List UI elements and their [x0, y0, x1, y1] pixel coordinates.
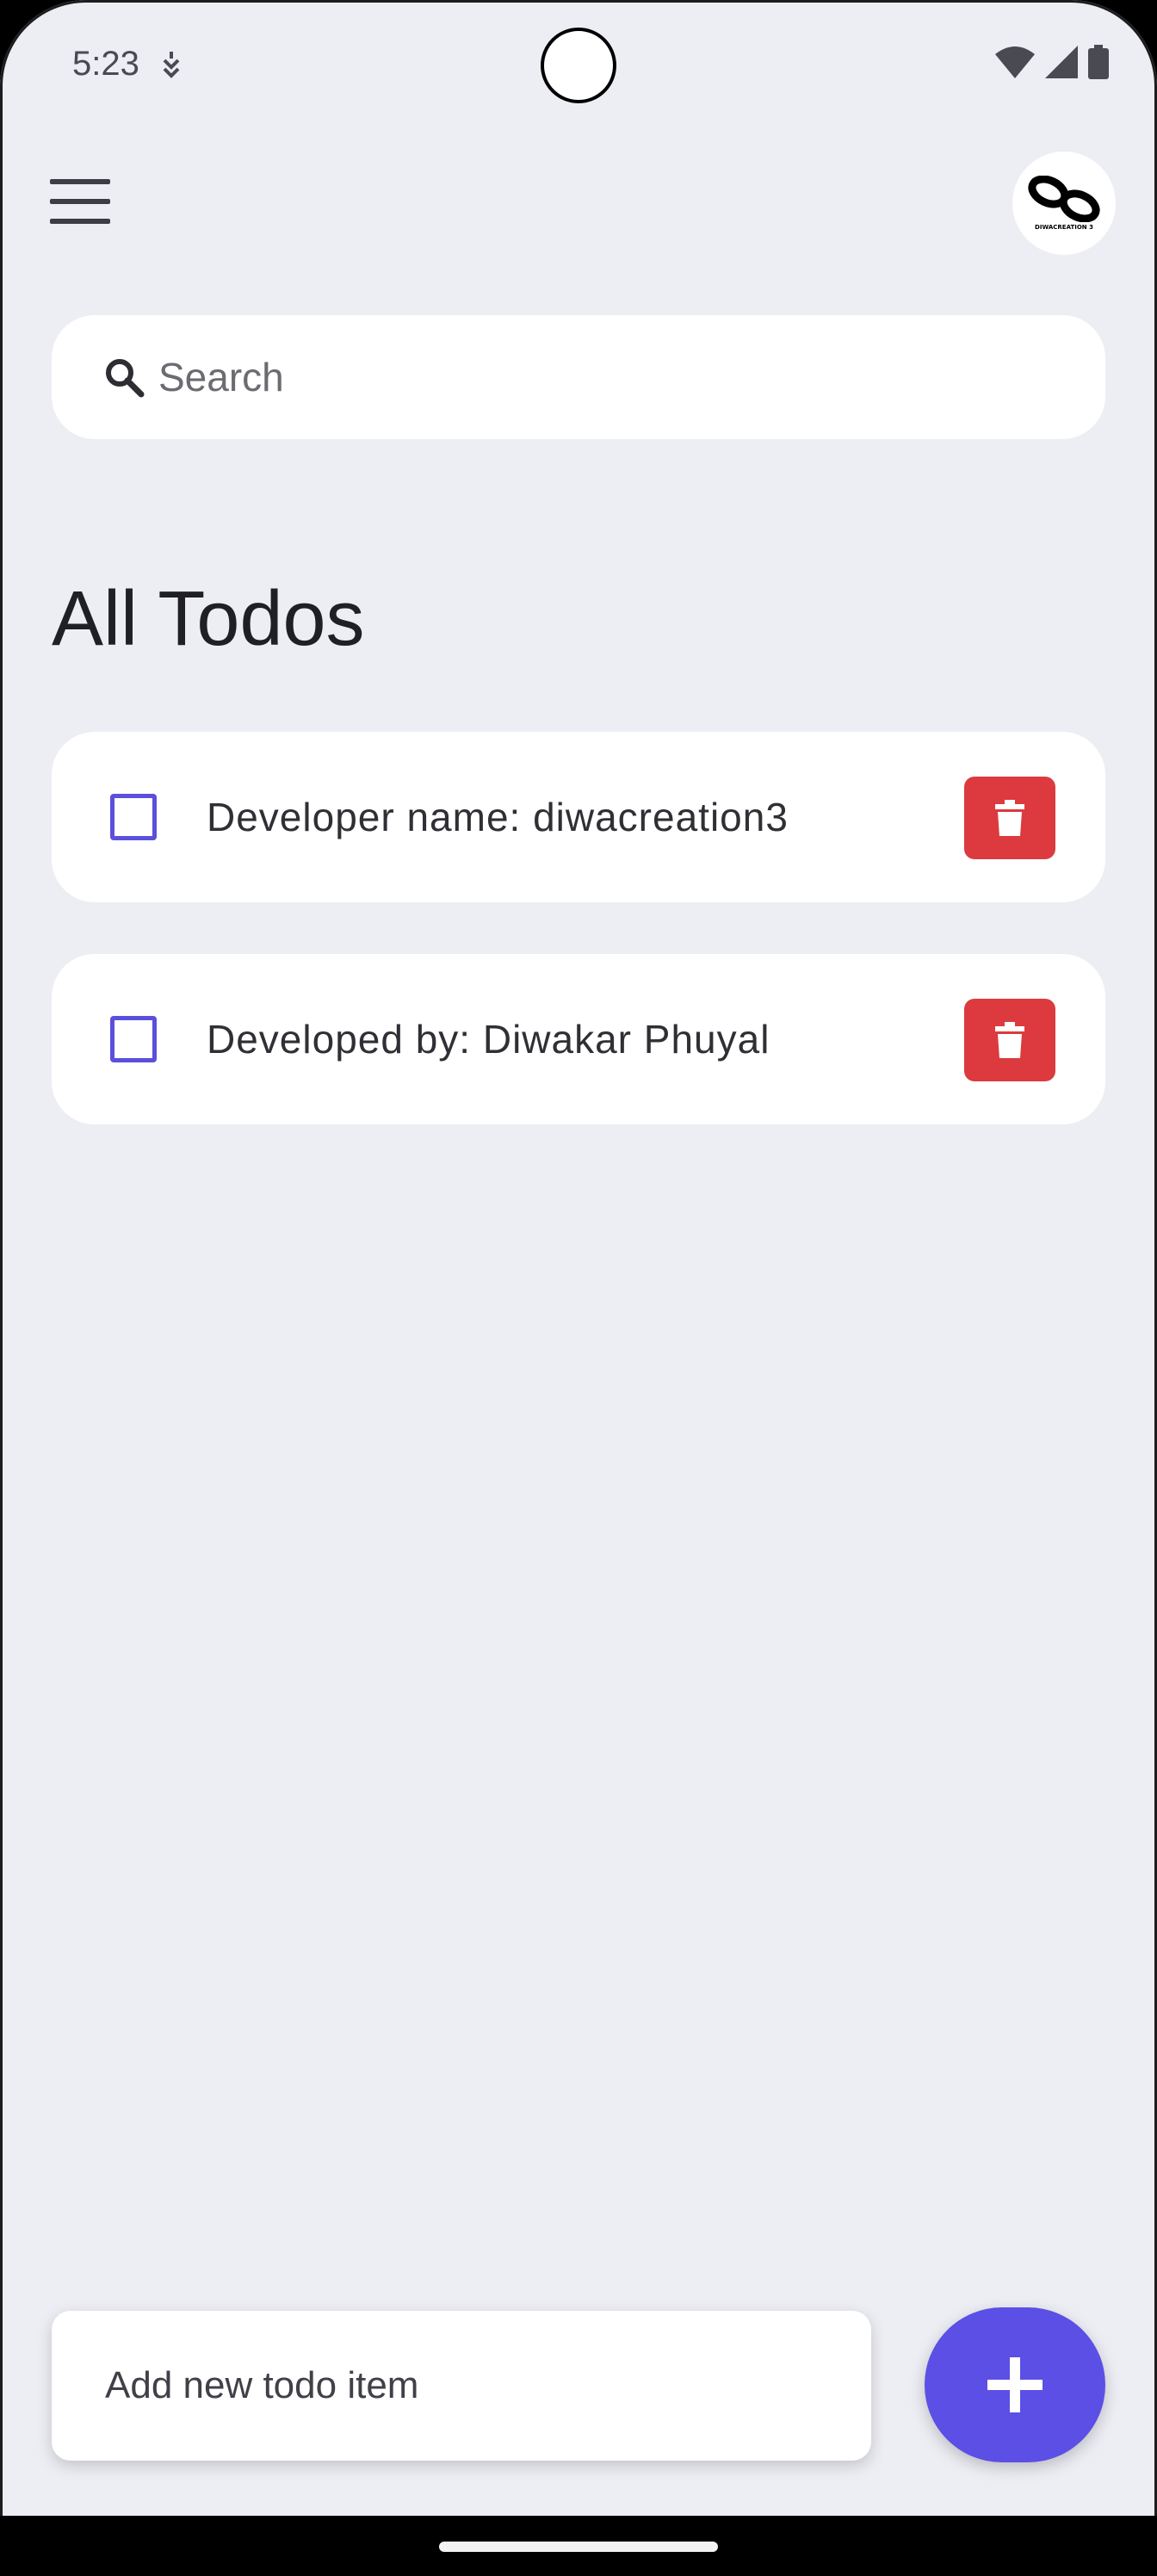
- page-title: All Todos: [52, 576, 365, 662]
- search-icon: [106, 359, 145, 398]
- infinity-logo-icon: [1028, 176, 1100, 222]
- avatar[interactable]: DIWACREATION 3: [1012, 152, 1116, 255]
- wifi-icon: [995, 46, 1035, 78]
- menu-line: [50, 179, 110, 184]
- menu-line: [50, 199, 110, 204]
- app-screen: 5:23 DIWACREATION 3 Search All Todos Dev…: [0, 0, 1157, 2576]
- home-gesture-handle[interactable]: [439, 2542, 718, 2552]
- todo-item[interactable]: Developed by: Diwakar Phuyal: [52, 954, 1105, 1124]
- delete-button[interactable]: [964, 777, 1055, 859]
- signal-icon: [1045, 46, 1078, 78]
- camera-cutout: [541, 28, 616, 103]
- avatar-logo-text: DIWACREATION 3: [1035, 224, 1093, 231]
- add-todo-button[interactable]: [925, 2307, 1105, 2462]
- todo-text: Developed by: Diwakar Phuyal: [207, 1017, 770, 1062]
- menu-icon[interactable]: [50, 179, 110, 224]
- plus-icon: [987, 2357, 1043, 2412]
- trash-icon: [995, 800, 1024, 836]
- todo-text: Developer name: diwacreation3: [207, 795, 789, 839]
- search-input[interactable]: [157, 353, 1021, 401]
- todo-item[interactable]: Developer name: diwacreation3: [52, 732, 1105, 902]
- add-todo-field[interactable]: [52, 2311, 871, 2461]
- notification-icon: [163, 52, 180, 78]
- add-todo-input[interactable]: [103, 2363, 838, 2408]
- todo-checkbox[interactable]: [110, 794, 157, 840]
- trash-icon: [995, 1022, 1024, 1058]
- todo-checkbox[interactable]: [110, 1016, 157, 1062]
- battery-icon: [1088, 45, 1109, 79]
- status-icons: [995, 45, 1109, 79]
- search-bar[interactable]: [52, 315, 1105, 439]
- status-time: 5:23: [72, 45, 139, 83]
- delete-button[interactable]: [964, 999, 1055, 1081]
- menu-line: [50, 219, 110, 224]
